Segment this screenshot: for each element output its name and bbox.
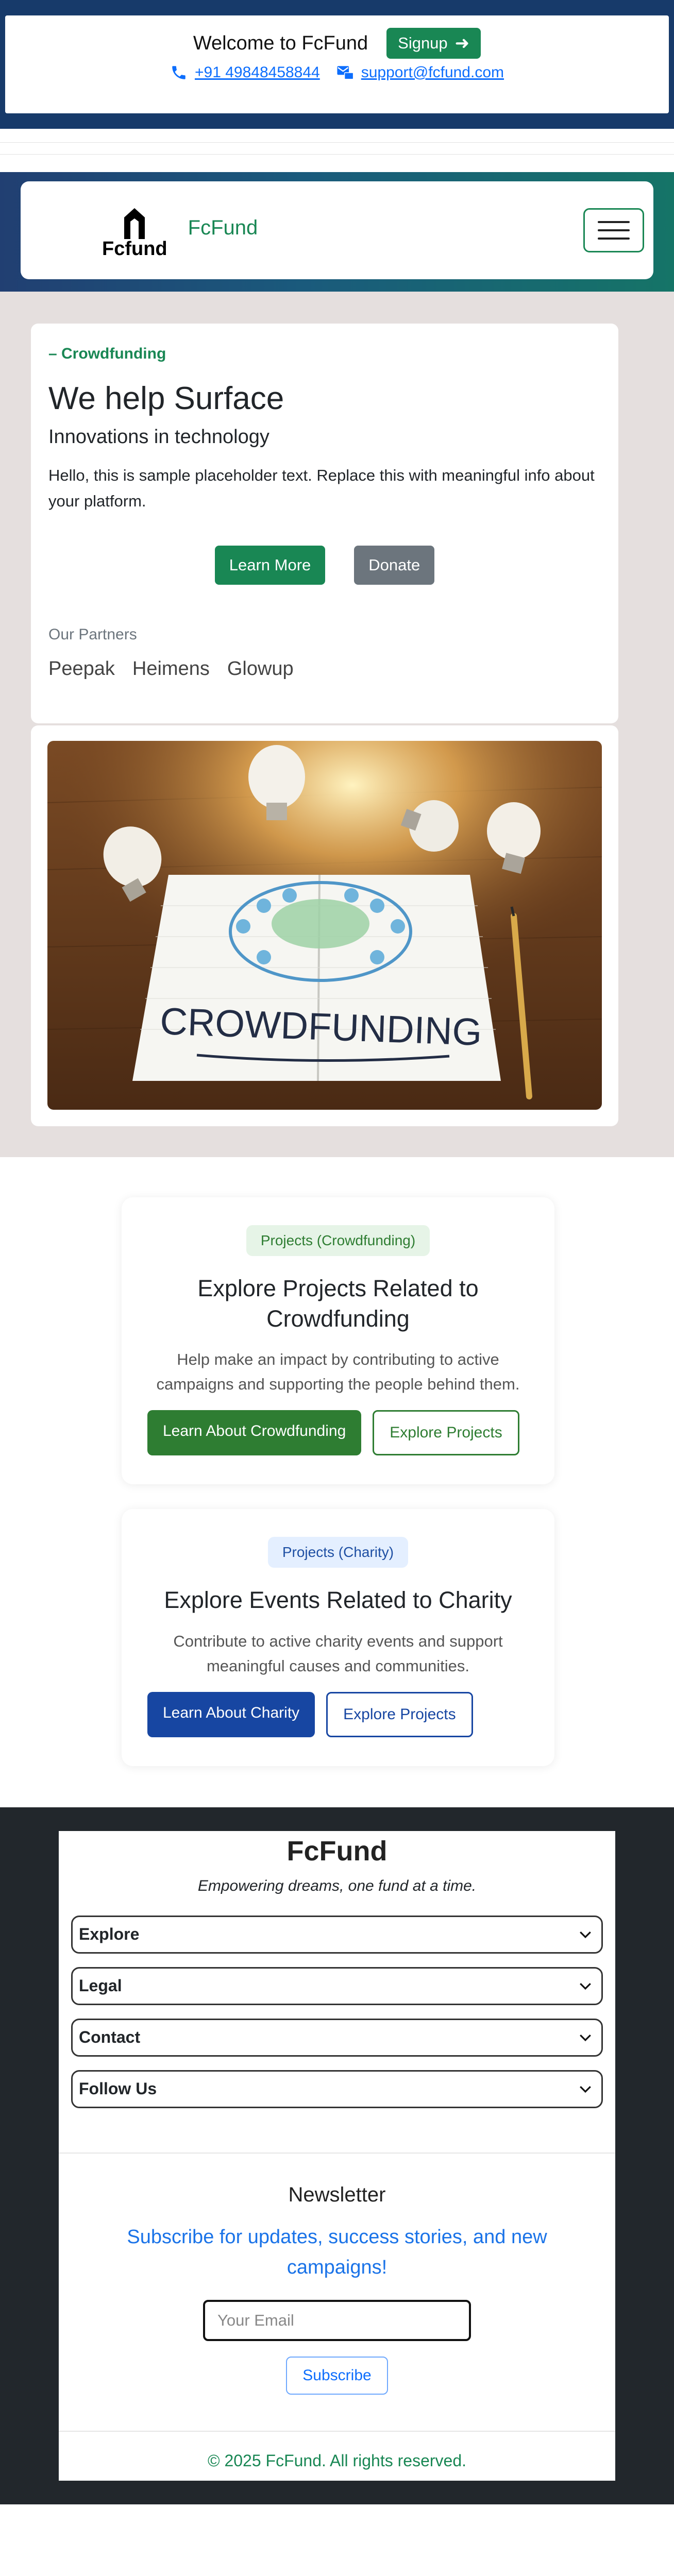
top-bar: Welcome to FcFund Signup ➜ +91 498484588… [0, 0, 674, 129]
card-title: Explore Events Related to Charity [164, 1587, 512, 1614]
signup-label: Signup [398, 34, 448, 52]
charity-card: Projects (Charity) Explore Events Relate… [122, 1509, 554, 1766]
card-description: Help make an impact by contributing to a… [156, 1350, 520, 1394]
hamburger-icon-bar [598, 221, 630, 223]
accordion-legal[interactable]: Legal [71, 1967, 603, 2005]
explore-projects-button[interactable]: Explore Projects [326, 1691, 473, 1737]
mail-icon [337, 66, 354, 80]
partner-name: Glowup [227, 658, 294, 680]
footer-brand: FcFund [287, 1835, 387, 1867]
learn-charity-button[interactable]: Learn About Charity [147, 1691, 315, 1737]
learn-crowdfunding-button[interactable]: Learn About Crowdfunding [147, 1410, 362, 1456]
chevron-down-icon [580, 1982, 591, 1990]
email-input[interactable] [203, 2300, 471, 2342]
chevron-down-icon [580, 2086, 591, 2093]
copyright-text: © 2025 FcFund. All rights reserved. [207, 2451, 467, 2470]
chevron-down-icon [580, 2034, 591, 2041]
hero-eyebrow: – Crowdfunding [48, 345, 166, 362]
logo: Fcfund [102, 206, 167, 260]
hero-image-card: CROWDFUNDING [31, 725, 618, 1126]
menu-toggle-button[interactable] [583, 208, 644, 252]
accordion-explore[interactable]: Explore [71, 1915, 603, 1954]
accordion-label: Legal [79, 1976, 122, 1995]
crowdfunding-photo: CROWDFUNDING [47, 741, 602, 1110]
hero-actions: Learn More Donate [48, 546, 601, 585]
welcome-panel: Welcome to FcFund Signup ➜ +91 498484588… [5, 15, 669, 113]
welcome-row: Welcome to FcFund Signup ➜ [5, 15, 669, 59]
partners-label: Our Partners [48, 626, 137, 643]
hero-section: – Crowdfunding We help Surface Innovatio… [0, 292, 674, 1157]
footer-tagline: Empowering dreams, one fund at a time. [197, 1877, 477, 1894]
accordion-label: Contact [79, 2028, 141, 2047]
donate-button[interactable]: Donate [354, 546, 435, 585]
hero-card: – Crowdfunding We help Surface Innovatio… [31, 324, 618, 723]
divider [0, 154, 674, 155]
divider [0, 142, 674, 143]
newsletter-section: Newsletter Subscribe for updates, succes… [59, 2154, 615, 2432]
chevron-down-icon [580, 1931, 591, 1938]
footer-accordion: Explore Legal Contact Follow Us [59, 1915, 615, 2154]
accordion-contact[interactable]: Contact [71, 2018, 603, 2057]
newsletter-subtitle: Subscribe for updates, success stories, … [127, 2226, 547, 2278]
footer-brand-block: FcFund Empowering dreams, one fund at a … [59, 1831, 615, 1895]
hamburger-icon-bar [598, 238, 630, 240]
learn-more-button[interactable]: Learn More [214, 546, 326, 585]
projects-section: Projects (Crowdfunding) Explore Projects… [0, 1157, 674, 1807]
hero-title: We help Surface [48, 381, 284, 416]
welcome-text: Welcome to FcFund [193, 32, 368, 54]
phone-link[interactable]: +91 49848458844 [195, 64, 320, 81]
logo-icon [124, 208, 145, 239]
notebook: CROWDFUNDING [132, 874, 501, 1081]
category-badge: Projects (Crowdfunding) [246, 1225, 430, 1256]
card-actions: Learn About Charity Explore Projects [147, 1691, 529, 1737]
accordion-follow-us[interactable]: Follow Us [71, 2070, 603, 2108]
card-actions: Learn About Crowdfunding Explore Project… [147, 1410, 529, 1456]
hamburger-icon-bar [598, 229, 630, 231]
newsletter-title: Newsletter [288, 2183, 386, 2206]
contact-row: +91 49848458844 support@fcfund.com [5, 64, 669, 81]
partners-list: Peepak Heimens Glowup [48, 658, 601, 680]
subscribe-button[interactable]: Subscribe [286, 2357, 388, 2395]
email-link[interactable]: support@fcfund.com [361, 64, 504, 81]
phone-contact: +91 49848458844 [170, 64, 320, 81]
navbar: Fcfund FcFund [21, 181, 653, 279]
arrow-right-icon: ➜ [454, 33, 470, 53]
logo-text: Fcfund [102, 238, 167, 260]
navbar-wrapper: Fcfund FcFund [0, 172, 674, 292]
phone-icon [172, 66, 186, 79]
email-contact: support@fcfund.com [336, 64, 504, 81]
card-description: Contribute to active charity events and … [173, 1632, 503, 1675]
crowdfunding-illustration: CROWDFUNDING [47, 741, 602, 1110]
signup-button[interactable]: Signup ➜ [386, 28, 481, 59]
footer: FcFund Empowering dreams, one fund at a … [0, 1807, 674, 2505]
brand-link[interactable]: Fcfund FcFund [102, 206, 258, 260]
accordion-label: Follow Us [79, 2079, 157, 2098]
category-badge: Projects (Charity) [267, 1537, 409, 1568]
hero-subtitle: Innovations in technology [48, 426, 269, 448]
explore-projects-button[interactable]: Explore Projects [373, 1410, 519, 1456]
footer-panel: FcFund Empowering dreams, one fund at a … [59, 1831, 615, 2481]
partner-name: Heimens [132, 658, 210, 680]
hero-body: Hello, this is sample placeholder text. … [48, 466, 595, 510]
partner-name: Peepak [48, 658, 115, 680]
crowdfunding-card: Projects (Crowdfunding) Explore Projects… [122, 1197, 554, 1485]
brand-name: FcFund [188, 216, 258, 239]
card-title: Explore Projects Related to Crowdfunding [197, 1275, 479, 1332]
accordion-label: Explore [79, 1925, 140, 1944]
